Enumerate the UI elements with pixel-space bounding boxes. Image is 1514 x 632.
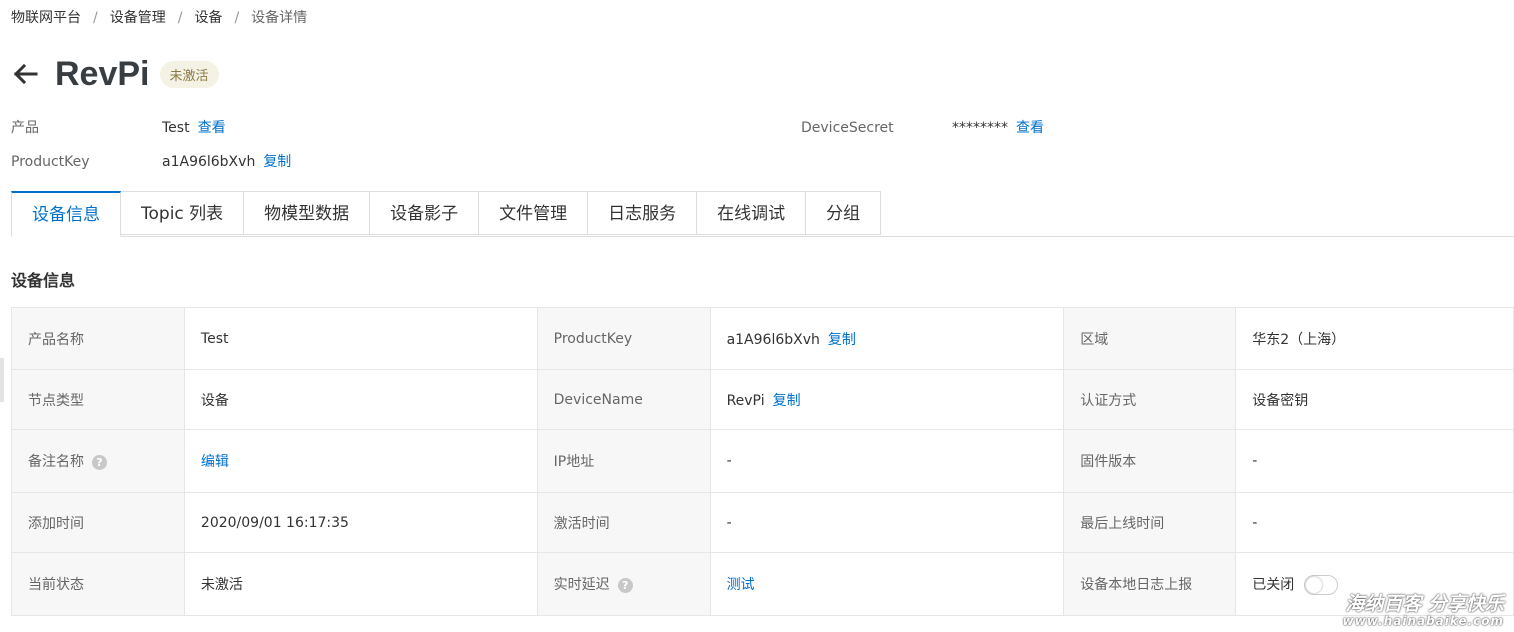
breadcrumb-item-device-management[interactable]: 设备管理 [110, 10, 166, 26]
auth-method-label: 认证方式 [1063, 369, 1237, 430]
tab-device-shadow[interactable]: 设备影子 [370, 191, 480, 235]
tab-device-info[interactable]: 设备信息 [11, 191, 121, 237]
firmware-version-label: 固件版本 [1063, 429, 1237, 493]
tab-file-management[interactable]: 文件管理 [479, 191, 589, 235]
node-type-label: 节点类型 [11, 369, 185, 430]
tab-thing-model-data[interactable]: 物模型数据 [244, 191, 371, 235]
breadcrumb: 物联网平台 / 设备管理 / 设备 / 设备详情 [11, 7, 307, 27]
copy-productkey-button[interactable]: 复制 [828, 332, 856, 348]
current-status-label: 当前状态 [11, 552, 185, 616]
breadcrumb-separator: / [93, 10, 98, 26]
meta-productkey: ProductKey a1A96l6bXvh 复制 [11, 151, 291, 171]
tab-log-service[interactable]: 日志服务 [588, 191, 698, 235]
node-type-value: 设备 [183, 369, 538, 430]
meta-devicesecret-value: ******** [952, 120, 1008, 136]
breadcrumb-item-platform[interactable]: 物联网平台 [11, 10, 81, 26]
table-row: 备注名称? 编辑 IP地址 - 固件版本 - [11, 429, 1514, 493]
view-devicesecret-link[interactable]: 查看 [1016, 120, 1044, 136]
firmware-version-value: - [1235, 429, 1514, 493]
watermark: 海纳百客 分享快乐 www.hainabaike.com [1343, 594, 1504, 628]
page-title: RevPi [55, 54, 150, 93]
local-log-report-toggle[interactable] [1304, 574, 1339, 595]
auth-method-value: 设备密钥 [1235, 369, 1514, 430]
status-badge: 未激活 [159, 60, 219, 88]
tab-bar: 设备信息 Topic 列表 物模型数据 设备影子 文件管理 日志服务 在线调试 … [11, 191, 882, 237]
realtime-latency-label: 实时延迟 [553, 577, 610, 593]
remark-name-label: 备注名称 [28, 454, 84, 470]
meta-productkey-label: ProductKey [11, 154, 90, 170]
meta-devicesecret: DeviceSecret ******** 查看 [801, 117, 1044, 137]
help-icon[interactable]: ? [617, 577, 633, 593]
activation-time-value: - [709, 492, 1065, 553]
realtime-latency-cell-value: 测试 [709, 552, 1065, 616]
realtime-latency-cell: 实时延迟? [536, 552, 711, 616]
watermark-line1: 海纳百客 分享快乐 [1345, 592, 1504, 615]
test-latency-button[interactable]: 测试 [727, 577, 755, 593]
last-online-time-value: - [1235, 492, 1514, 553]
breadcrumb-item-devices[interactable]: 设备 [194, 10, 222, 26]
product-name-label: 产品名称 [11, 307, 185, 370]
ip-address-value: - [709, 429, 1065, 493]
meta-product-value: Test [162, 120, 190, 136]
breadcrumb-separator: / [177, 10, 183, 26]
added-time-value: 2020/09/01 16:17:35 [183, 492, 538, 553]
remark-name-cell-value: 编辑 [183, 429, 538, 493]
section-title: 设备信息 [11, 271, 76, 290]
added-time-label: 添加时间 [11, 492, 185, 553]
table-row: 节点类型 设备 DeviceName RevPi 复制 认证方式 设备密钥 [11, 369, 1514, 430]
last-online-time-label: 最后上线时间 [1063, 492, 1237, 553]
table-row: 产品名称 Test ProductKey a1A96l6bXvh 复制 区域 华东… [11, 307, 1514, 370]
side-drawer-handle[interactable] [0, 358, 4, 402]
productkey-label: ProductKey [536, 307, 711, 370]
breadcrumb-separator: / [234, 10, 240, 26]
local-log-report-label: 设备本地日志上报 [1063, 552, 1237, 616]
devicename-value: RevPi [726, 392, 765, 409]
copy-devicename-button[interactable]: 复制 [773, 393, 801, 409]
local-log-report-value: 已关闭 [1252, 576, 1295, 593]
meta-product-label: 产品 [11, 120, 39, 136]
productkey-cell: a1A96l6bXvh 复制 [709, 307, 1065, 370]
activation-time-label: 激活时间 [536, 492, 711, 553]
watermark-line2: www.hainabaike.com [1342, 613, 1504, 628]
tabs-divider [11, 236, 1514, 237]
page-header: RevPi 未激活 [11, 52, 219, 96]
view-product-link[interactable]: 查看 [198, 120, 226, 136]
region-label: 区域 [1063, 307, 1237, 370]
meta-devicesecret-label: DeviceSecret [801, 120, 894, 136]
devicename-label: DeviceName [536, 369, 711, 430]
tab-online-debug[interactable]: 在线调试 [697, 191, 807, 235]
tab-group[interactable]: 分组 [806, 191, 882, 235]
meta-product: 产品 Test 查看 [11, 117, 226, 137]
meta-productkey-value: a1A96l6bXvh [162, 154, 256, 170]
copy-productkey-link[interactable]: 复制 [263, 154, 291, 170]
help-icon[interactable]: ? [92, 454, 107, 470]
product-name-value: Test [183, 307, 538, 370]
back-arrow-icon[interactable] [11, 60, 39, 88]
devicename-cell: RevPi 复制 [709, 369, 1065, 430]
table-row: 添加时间 2020/09/01 16:17:35 激活时间 - 最后上线时间 - [11, 492, 1514, 553]
remark-name-cell: 备注名称? [11, 429, 185, 493]
table-row: 当前状态 未激活 实时延迟? 测试 设备本地日志上报 已关闭 [11, 552, 1514, 616]
breadcrumb-item-device-detail: 设备详情 [251, 10, 308, 26]
productkey-value: a1A96l6bXvh [726, 331, 820, 348]
region-value: 华东2（上海） [1235, 307, 1514, 370]
current-status-value: 未激活 [183, 552, 538, 616]
tab-topic-list[interactable]: Topic 列表 [121, 191, 245, 235]
edit-remark-button[interactable]: 编辑 [201, 454, 229, 470]
toggle-knob [1306, 576, 1323, 593]
device-info-table: 产品名称 Test ProductKey a1A96l6bXvh 复制 区域 华东… [11, 307, 1514, 616]
ip-address-label: IP地址 [536, 429, 711, 493]
